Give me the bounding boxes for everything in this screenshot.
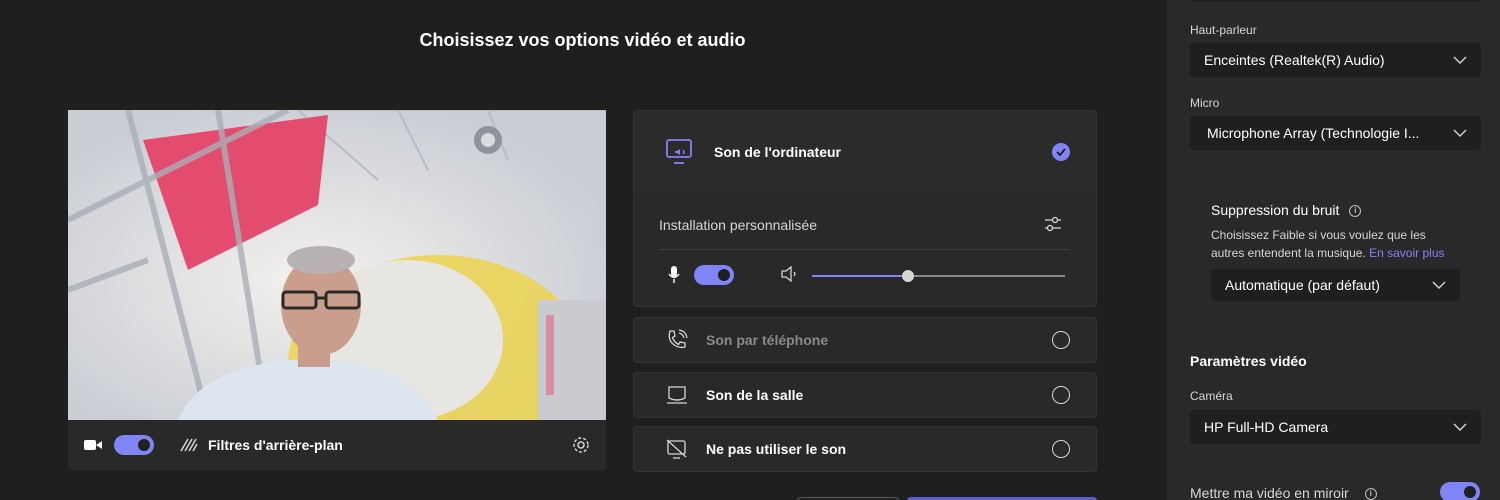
- dropdown-top-edge: [1190, 0, 1481, 2]
- mic-toggle[interactable]: [694, 265, 734, 285]
- speaker-label: Haut-parleur: [1190, 23, 1257, 37]
- audio-option-room[interactable]: Son de la salle: [633, 372, 1097, 418]
- gear-icon[interactable]: [572, 436, 590, 454]
- custom-setup-label: Installation personnalisée: [659, 217, 817, 233]
- camera-label: Caméra: [1190, 389, 1233, 403]
- check-icon: [1052, 143, 1070, 161]
- audio-option-computer[interactable]: Son de l'ordinateur: [633, 110, 1097, 194]
- audio-option-label: Son de la salle: [706, 387, 804, 403]
- mic-icon: [668, 266, 680, 284]
- divider: [659, 249, 1070, 250]
- sliders-icon[interactable]: [1044, 215, 1062, 233]
- audio-option-label: Son par téléphone: [706, 332, 829, 348]
- blur-filter-icon[interactable]: [180, 438, 198, 452]
- mic-dropdown-value: Microphone Array (Technologie I...: [1207, 125, 1420, 141]
- info-icon[interactable]: i: [1364, 488, 1377, 500]
- device-settings-panel: Haut-parleur Enceintes (Realtek(R) Audio…: [1167, 0, 1500, 500]
- chevron-down-icon: [1453, 129, 1467, 137]
- computer-audio-icon: [666, 139, 694, 165]
- background-filters-button[interactable]: Filtres d'arrière-plan: [208, 437, 343, 453]
- radio-button[interactable]: [1052, 440, 1070, 458]
- noise-suppression-title: Suppression du bruit i: [1211, 202, 1362, 218]
- noise-dropdown-value: Automatique (par défaut): [1225, 277, 1380, 293]
- speaker-dropdown-value: Enceintes (Realtek(R) Audio): [1204, 52, 1385, 68]
- custom-audio-setup: Installation personnalisée: [633, 193, 1097, 307]
- speaker-dropdown[interactable]: Enceintes (Realtek(R) Audio): [1190, 43, 1481, 77]
- noise-suppression-dropdown[interactable]: Automatique (par défaut): [1211, 269, 1460, 301]
- no-audio-icon: [666, 439, 688, 459]
- page-title: Choisissez vos options vidéo et audio: [419, 30, 746, 50]
- room-icon: [666, 385, 688, 405]
- video-controls-bar: Filtres d'arrière-plan: [68, 420, 606, 470]
- info-icon[interactable]: i: [1349, 205, 1362, 218]
- mirror-label-text: Mettre ma vidéo en miroir: [1190, 485, 1349, 500]
- chevron-down-icon: [1432, 281, 1446, 289]
- audio-option-label: Ne pas utiliser le son: [706, 441, 847, 457]
- camera-toggle[interactable]: [114, 435, 154, 455]
- radio-button[interactable]: [1052, 386, 1070, 404]
- learn-more-link[interactable]: En savoir plus: [1369, 246, 1444, 260]
- volume-slider[interactable]: [812, 270, 1065, 282]
- video-settings-title: Paramètres vidéo: [1190, 353, 1307, 369]
- noise-suppression-title-text: Suppression du bruit: [1211, 202, 1340, 218]
- volume-slider-thumb[interactable]: [902, 270, 915, 282]
- speaker-icon: [780, 266, 798, 282]
- camera-dropdown[interactable]: HP Full-HD Camera: [1190, 410, 1481, 444]
- camera-dropdown-value: HP Full-HD Camera: [1204, 419, 1329, 435]
- mirror-video-label: Mettre ma vidéo en miroir i: [1190, 485, 1377, 500]
- chevron-down-icon: [1453, 56, 1467, 64]
- noise-suppression-help: Choisissez Faible si vous voulez que les…: [1211, 226, 1461, 262]
- radio-button[interactable]: [1052, 331, 1070, 349]
- mic-dropdown[interactable]: Microphone Array (Technologie I...: [1190, 116, 1481, 150]
- mirror-video-toggle[interactable]: [1440, 482, 1480, 500]
- mic-label: Micro: [1190, 96, 1220, 110]
- audio-option-no-audio[interactable]: Ne pas utiliser le son: [633, 426, 1097, 472]
- phone-icon: [666, 329, 688, 351]
- camera-icon: [84, 438, 102, 452]
- audio-option-phone[interactable]: Son par téléphone: [633, 317, 1097, 363]
- camera-preview-image: [68, 110, 606, 420]
- audio-option-label: Son de l'ordinateur: [714, 144, 842, 160]
- camera-preview: [68, 110, 606, 420]
- chevron-down-icon: [1453, 423, 1467, 431]
